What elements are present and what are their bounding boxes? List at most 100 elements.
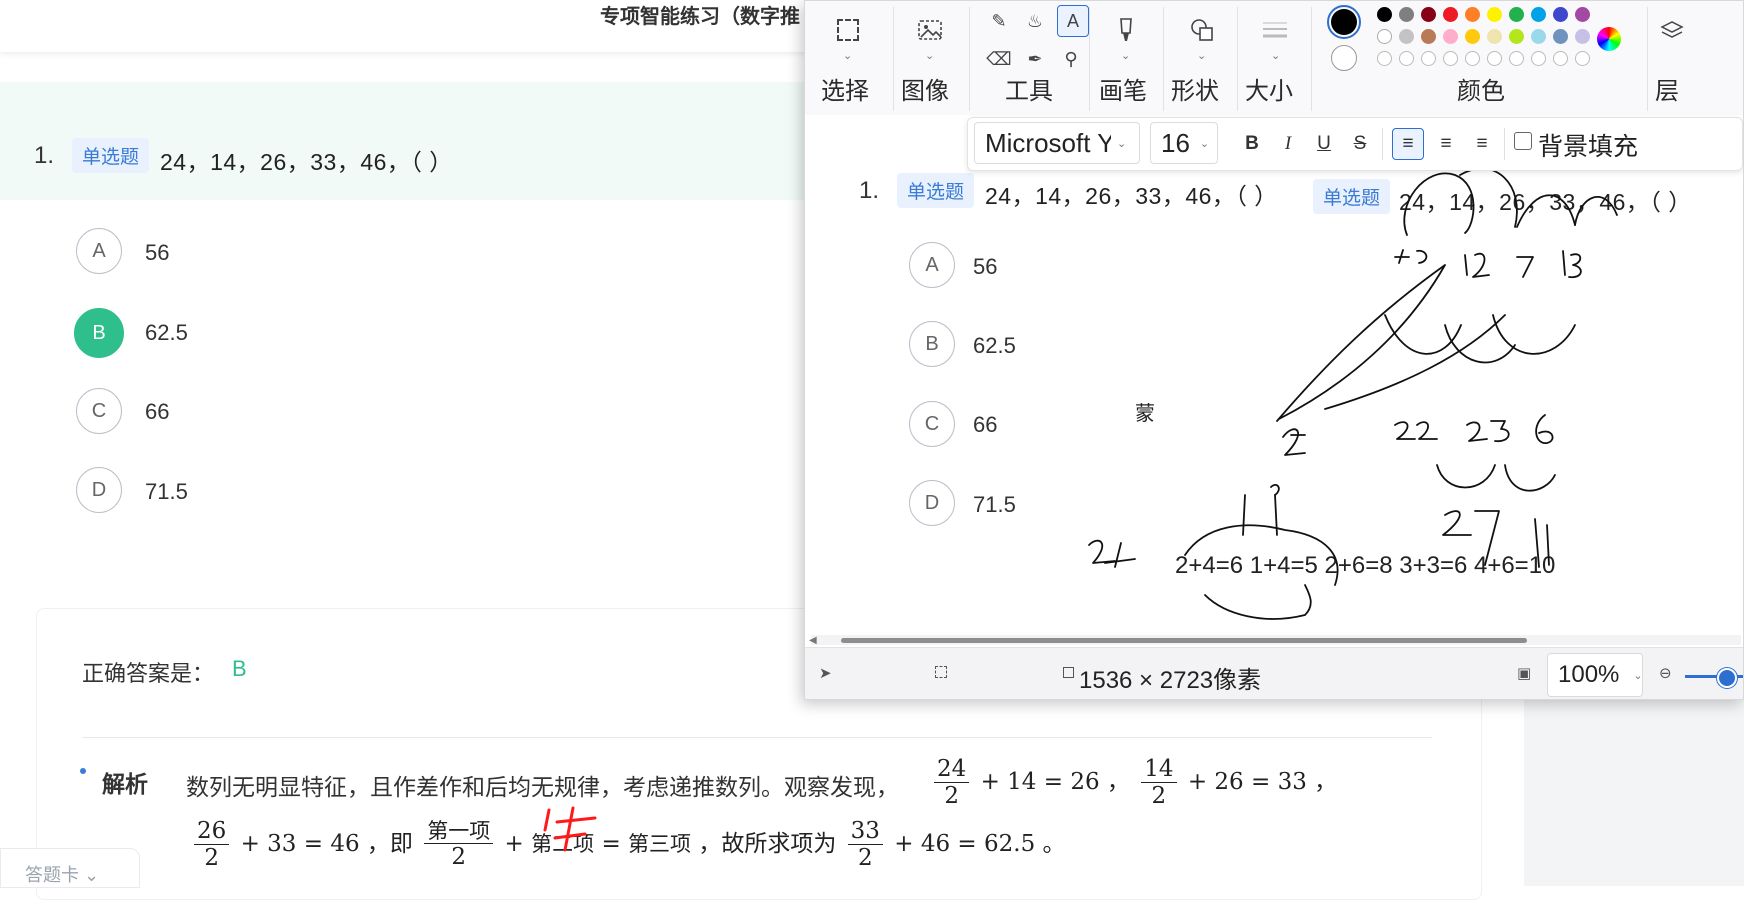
fill-bucket-icon[interactable]: ♨: [1021, 7, 1049, 35]
color-swatch[interactable]: [1575, 7, 1590, 22]
bold-button[interactable]: B: [1236, 128, 1268, 160]
option-b[interactable]: B: [74, 308, 124, 358]
color-swatch[interactable]: [1531, 29, 1546, 44]
edit-colors-icon[interactable]: [1597, 27, 1621, 51]
zoom-out-icon[interactable]: ⊖: [1659, 664, 1672, 682]
eq1-numerator: 24: [934, 756, 970, 784]
option-a[interactable]: A: [76, 228, 122, 274]
color-swatch[interactable]: [1443, 29, 1458, 44]
option-a-text[interactable]: 56: [145, 240, 169, 266]
eraser-icon[interactable]: ⌫: [985, 45, 1013, 73]
tools-group-label: 工具: [1005, 78, 1053, 105]
text-tool-icon[interactable]: A: [1057, 5, 1089, 37]
option-b-circle[interactable]: B: [74, 308, 124, 358]
paint-ribbon: ⌄ 选择 ⌄ 图像 ✎ ♨ A ⌫ ✒ ⚲ 工具 ⌄ 画笔 ⌄ 形状 ⌄ 大小 …: [805, 1, 1743, 116]
layers-group[interactable]: 层: [1655, 15, 1743, 105]
color-swatch[interactable]: [1575, 51, 1590, 66]
chevron-down-icon: ⌄: [1197, 50, 1207, 62]
color-swatch[interactable]: [1553, 7, 1568, 22]
correct-answer-label: 正确答案是：: [82, 661, 215, 686]
option-d[interactable]: D: [76, 467, 122, 513]
option-b-text[interactable]: 62.5: [145, 320, 188, 346]
color-swatch[interactable]: [1487, 29, 1502, 44]
zoom-dropdown[interactable]: 100% ⌄: [1547, 653, 1643, 697]
image-icon: [918, 20, 942, 40]
color-swatch[interactable]: [1399, 29, 1414, 44]
option-d-text[interactable]: 71.5: [145, 479, 188, 505]
layers-group-label: 层: [1655, 78, 1679, 105]
color-swatch[interactable]: [1377, 7, 1392, 22]
color-swatch[interactable]: [1531, 51, 1546, 66]
analysis-conclusion: ，故所求项为: [698, 830, 837, 857]
color-swatch[interactable]: [1465, 7, 1480, 22]
primary-color-swatch: [1331, 9, 1357, 35]
analysis-ie: ，即: [366, 830, 413, 857]
strikethrough-button[interactable]: S: [1344, 128, 1376, 160]
underline-button[interactable]: U: [1308, 128, 1340, 160]
secondary-color[interactable]: [1331, 45, 1357, 71]
chevron-down-icon: ⌄: [925, 50, 935, 62]
option-c-text[interactable]: 66: [145, 399, 169, 425]
magnifier-icon[interactable]: ⚲: [1057, 45, 1085, 73]
zoom-slider-thumb[interactable]: [1717, 668, 1737, 688]
fit-to-window-icon[interactable]: ▣: [1517, 664, 1531, 682]
pencil-icon[interactable]: ✎: [985, 7, 1013, 35]
select-group[interactable]: ⌄ 选择: [819, 15, 879, 105]
option-c-circle[interactable]: C: [76, 388, 122, 434]
color-swatch[interactable]: [1399, 7, 1414, 22]
eq3-denominator: 2: [204, 845, 219, 872]
color-swatch[interactable]: [1509, 7, 1524, 22]
question-text: 24，14，26，33，46，（ ）: [160, 149, 453, 175]
color-swatch[interactable]: [1377, 29, 1392, 44]
chevron-down-icon: ⌄: [84, 865, 100, 885]
scroll-left-icon[interactable]: ◀: [809, 635, 817, 646]
brush-group[interactable]: ⌄ 画笔: [1095, 15, 1157, 105]
align-right-icon[interactable]: ≡: [1466, 128, 1498, 160]
color-swatch[interactable]: [1465, 51, 1480, 66]
font-size-value: 16: [1161, 127, 1190, 158]
scrollbar-thumb[interactable]: [841, 638, 1527, 643]
answer-card-tab[interactable]: 答题卡 ⌄: [0, 848, 140, 888]
option-d-circle[interactable]: D: [76, 467, 122, 513]
paint-canvas[interactable]: 1. 单选题 24，14，26，33，46，（ ） 单选题 24，14，26，3…: [805, 115, 1743, 635]
question-number: 1.: [34, 142, 55, 169]
font-family-dropdown[interactable]: Microsoft Ya ⌄: [974, 122, 1140, 164]
color-swatch[interactable]: [1487, 51, 1502, 66]
align-left-icon[interactable]: ≡: [1392, 128, 1424, 160]
color-swatch[interactable]: [1421, 7, 1436, 22]
color-swatch[interactable]: [1421, 51, 1436, 66]
color-swatch[interactable]: [1509, 51, 1524, 66]
option-a-circle[interactable]: A: [76, 228, 122, 274]
freehand-drawing: [1088, 167, 1618, 620]
color-swatch[interactable]: [1553, 51, 1568, 66]
color-swatch[interactable]: [1509, 29, 1524, 44]
background-fill-checkbox[interactable]: [1514, 132, 1532, 150]
font-size-dropdown[interactable]: 16 ⌄: [1150, 122, 1218, 164]
color-swatch[interactable]: [1465, 29, 1480, 44]
image-group[interactable]: ⌄ 图像: [899, 15, 959, 105]
zoom-value: 100%: [1558, 661, 1620, 688]
color-swatch[interactable]: [1487, 7, 1502, 22]
italic-button[interactable]: I: [1272, 128, 1304, 160]
align-center-icon[interactable]: ≡: [1430, 128, 1462, 160]
color-swatch[interactable]: [1443, 7, 1458, 22]
color-swatch[interactable]: [1399, 51, 1414, 66]
primary-color[interactable]: [1327, 5, 1361, 39]
chevron-down-icon: ⌄: [1117, 137, 1127, 150]
size-icon: [1263, 22, 1287, 38]
ribbon-separator: [1163, 7, 1164, 111]
ribbon-separator: [1647, 7, 1648, 111]
color-swatch[interactable]: [1531, 7, 1546, 22]
color-swatch[interactable]: [1553, 29, 1568, 44]
color-swatch[interactable]: [1443, 51, 1458, 66]
color-swatch[interactable]: [1575, 29, 1590, 44]
color-swatch[interactable]: [1421, 29, 1436, 44]
ribbon-separator: [1089, 7, 1090, 111]
shapes-group[interactable]: ⌄ 形状: [1167, 15, 1233, 105]
option-c[interactable]: C: [76, 388, 122, 434]
size-group[interactable]: ⌄ 大小: [1241, 15, 1307, 105]
color-picker-icon[interactable]: ✒: [1021, 45, 1049, 73]
color-swatch[interactable]: [1377, 51, 1392, 66]
paint-window[interactable]: ⌄ 选择 ⌄ 图像 ✎ ♨ A ⌫ ✒ ⚲ 工具 ⌄ 画笔 ⌄ 形状 ⌄ 大小 …: [804, 0, 1744, 700]
select-rect-icon: [837, 19, 859, 41]
